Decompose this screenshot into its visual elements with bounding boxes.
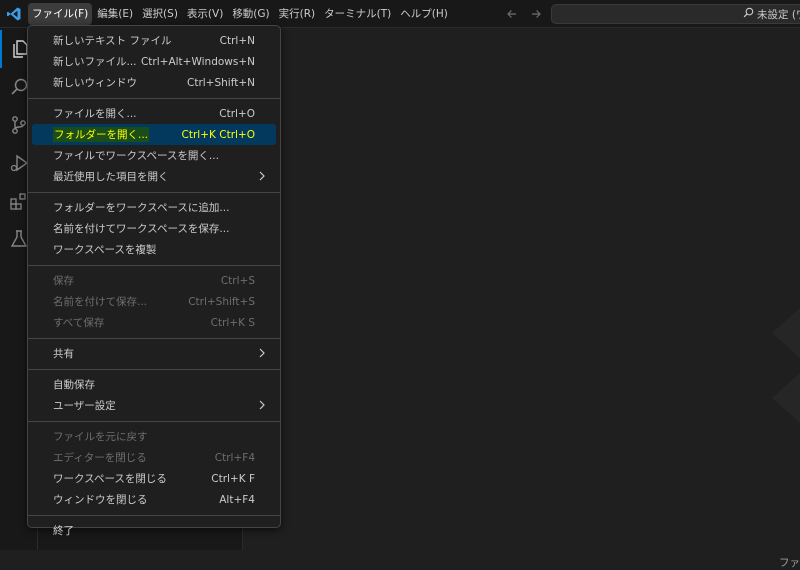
menu-item-label: フォルダーを開く... (53, 127, 150, 142)
search-icon (743, 7, 754, 21)
menu-item-label: 終了 (53, 525, 74, 537)
menu-item-label: ワークスペースを閉じる (53, 473, 167, 485)
menu-item-label: 自動保存 (53, 379, 95, 391)
menu-item-open-workspace-from-file[interactable]: ファイルでワークスペースを開く... (32, 145, 276, 166)
editor-hint-text: ファ (779, 557, 800, 569)
chevron-right-icon (258, 346, 266, 363)
menu-help[interactable]: ヘルプ(H) (396, 3, 452, 25)
menu-item-shortcut: Ctrl+Alt+Windows+N (140, 55, 255, 68)
menu-item-save-as: 名前を付けて保存... Ctrl+Shift+S (32, 291, 276, 312)
menu-item-shortcut: Ctrl+N (219, 34, 255, 47)
menu-item-new-text-file[interactable]: 新しいテキスト ファイル Ctrl+N (32, 30, 276, 51)
vscode-watermark-icon (760, 278, 800, 448)
title-bar: ファイル(F) 編集(E) 選択(S) 表示(V) 移動(G) 実行(R) ター… (0, 0, 800, 28)
menu-item-preferences[interactable]: ユーザー設定 (32, 395, 276, 416)
menu-item-close-editor: エディターを閉じる Ctrl+F4 (32, 447, 276, 468)
menu-item-label: 新しいファイル... (53, 56, 137, 68)
menu-item-label: ウィンドウを閉じる (53, 494, 148, 506)
menu-item-save: 保存 Ctrl+S (32, 270, 276, 291)
menu-item-save-all: すべて保存 Ctrl+K S (32, 312, 276, 333)
menu-item-shortcut: Ctrl+K F (211, 472, 255, 485)
menu-item-label: 新しいテキスト ファイル (53, 35, 172, 47)
menu-item-shortcut: Ctrl+F4 (214, 451, 255, 464)
menu-item-label: フォルダーをワークスペースに追加... (53, 202, 230, 214)
menu-separator (28, 369, 280, 370)
menu-separator (28, 515, 280, 516)
menu-item-open-file[interactable]: ファイルを開く... Ctrl+O (32, 103, 276, 124)
menu-item-label: 名前を付けてワークスペースを保存... (53, 223, 230, 235)
menu-item-label: すべて保存 (53, 317, 105, 329)
menu-item-shortcut: Ctrl+Shift+S (188, 295, 255, 308)
menu-item-label: ファイルでワークスペースを開く... (53, 150, 219, 162)
menu-item-shortcut: Alt+F4 (219, 493, 255, 506)
menu-item-duplicate-workspace[interactable]: ワークスペースを複製 (32, 239, 276, 260)
menu-item-label: 最近使用した項目を開く (53, 171, 169, 183)
menu-edit[interactable]: 編集(E) (93, 3, 137, 25)
menu-item-exit[interactable]: 終了 (32, 520, 276, 541)
menu-item-shortcut: Ctrl+O (219, 107, 255, 120)
menu-item-label: ユーザー設定 (53, 400, 116, 412)
menu-item-label: 保存 (53, 275, 74, 287)
chevron-right-icon (258, 398, 266, 415)
menu-item-label: 名前を付けて保存... (53, 296, 148, 308)
menu-file[interactable]: ファイル(F) (28, 2, 93, 25)
command-center-search[interactable]: 未設定 (ワ (551, 4, 800, 24)
menu-terminal[interactable]: ターミナル(T) (320, 3, 395, 25)
menu-item-auto-save[interactable]: 自動保存 (32, 374, 276, 395)
menu-separator (28, 192, 280, 193)
forward-arrow-icon[interactable] (528, 5, 544, 23)
menu-item-close-workspace[interactable]: ワークスペースを閉じる Ctrl+K F (32, 468, 276, 489)
vscode-logo-icon (0, 0, 28, 28)
menu-separator (28, 98, 280, 99)
menu-item-open-folder[interactable]: フォルダーを開く... Ctrl+K Ctrl+O (32, 124, 276, 145)
menu-item-label: ワークスペースを複製 (53, 244, 157, 256)
menu-separator (28, 265, 280, 266)
file-menu: 新しいテキスト ファイル Ctrl+N 新しいファイル... Ctrl+Alt+… (27, 25, 281, 537)
chevron-right-icon (258, 169, 266, 186)
menu-item-label: 共有 (53, 348, 74, 360)
menu-run[interactable]: 実行(R) (275, 3, 320, 25)
menu-item-label: 新しいウィンドウ (53, 77, 137, 89)
editor-area: ファ (243, 28, 800, 569)
navigation-arrows (504, 5, 544, 23)
menu-item-save-workspace-as[interactable]: 名前を付けてワークスペースを保存... (32, 218, 276, 239)
menu-item-label: ファイルを開く... (53, 108, 137, 120)
menu-view[interactable]: 表示(V) (183, 3, 227, 25)
menu-separator (28, 421, 280, 422)
menu-item-share[interactable]: 共有 (32, 343, 276, 364)
menu-item-new-window[interactable]: 新しいウィンドウ Ctrl+Shift+N (32, 72, 276, 93)
menu-separator (28, 338, 280, 339)
back-arrow-icon[interactable] (504, 5, 520, 23)
menu-item-shortcut: Ctrl+Shift+N (187, 76, 255, 89)
menu-go[interactable]: 移動(G) (228, 3, 273, 25)
menu-item-shortcut: Ctrl+K Ctrl+O (181, 128, 255, 141)
menu-item-new-file[interactable]: 新しいファイル... Ctrl+Alt+Windows+N (32, 51, 276, 72)
menu-item-revert-file: ファイルを元に戻す (32, 426, 276, 447)
menu-item-add-folder-to-workspace[interactable]: フォルダーをワークスペースに追加... (32, 197, 276, 218)
menu-bar: ファイル(F) 編集(E) 選択(S) 表示(V) 移動(G) 実行(R) ター… (28, 0, 453, 28)
menu-item-label: エディターを閉じる (53, 452, 147, 464)
menu-item-label: ファイルを元に戻す (53, 431, 148, 443)
menu-selection[interactable]: 選択(S) (138, 3, 182, 25)
menu-item-shortcut: Ctrl+K S (210, 316, 255, 329)
menu-item-shortcut: Ctrl+S (220, 274, 255, 287)
menu-item-open-recent[interactable]: 最近使用した項目を開く (32, 166, 276, 187)
command-center-label: 未設定 (ワ (757, 8, 800, 21)
menu-item-close-window[interactable]: ウィンドウを閉じる Alt+F4 (32, 489, 276, 510)
